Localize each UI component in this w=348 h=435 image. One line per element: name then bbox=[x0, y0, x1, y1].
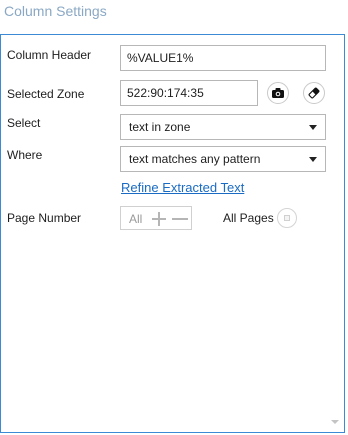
column-settings-panel: Column Header %VALUE1% Selected Zone 522… bbox=[0, 34, 345, 433]
minus-icon[interactable] bbox=[172, 218, 188, 220]
scroll-down-icon[interactable] bbox=[331, 420, 339, 424]
selected-zone-label: Selected Zone bbox=[7, 87, 85, 101]
where-label: Where bbox=[7, 148, 43, 162]
chevron-down-icon bbox=[309, 157, 317, 162]
column-header-input[interactable]: %VALUE1% bbox=[120, 45, 326, 71]
select-value: text in zone bbox=[129, 120, 191, 134]
clear-zone-button[interactable] bbox=[303, 82, 325, 104]
panel-title: Column Settings bbox=[4, 3, 107, 19]
eraser-icon bbox=[308, 87, 320, 99]
select-dropdown[interactable]: text in zone bbox=[120, 114, 326, 140]
chevron-down-icon bbox=[309, 125, 317, 130]
column-header-label: Column Header bbox=[7, 48, 92, 62]
page-number-label: Page Number bbox=[7, 211, 82, 225]
camera-icon bbox=[272, 88, 284, 98]
capture-zone-button[interactable] bbox=[267, 82, 289, 104]
all-pages-label: All Pages bbox=[223, 211, 274, 225]
page-number-stepper[interactable]: All bbox=[120, 206, 192, 230]
where-dropdown[interactable]: text matches any pattern bbox=[120, 146, 326, 172]
refine-extracted-text-link[interactable]: Refine Extracted Text bbox=[121, 180, 244, 195]
select-label: Select bbox=[7, 116, 41, 130]
page-number-value: All bbox=[129, 212, 143, 226]
where-value: text matches any pattern bbox=[129, 152, 261, 166]
toggle-indicator-icon bbox=[284, 215, 290, 221]
selected-zone-input[interactable]: 522:90:174:35 bbox=[120, 80, 258, 106]
all-pages-toggle[interactable] bbox=[277, 208, 297, 228]
